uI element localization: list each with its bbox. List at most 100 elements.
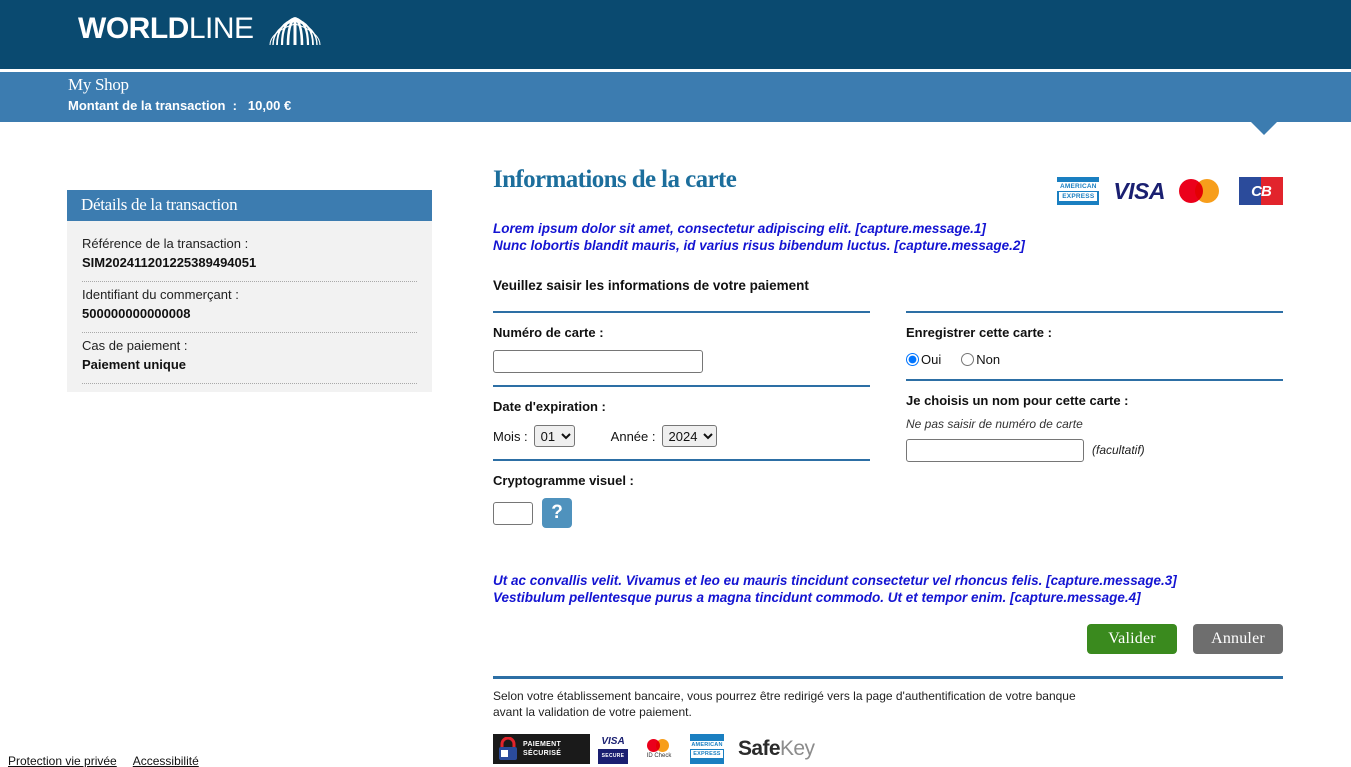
save-card-label: Enregistrer cette carte : [906,325,1052,340]
form-column-right: Enregistrer cette carte : Oui Non Je cho… [906,311,1283,528]
save-card-yes-label: Oui [921,352,942,367]
capture-message-top: Lorem ipsum dolor sit amet, consectetur … [493,220,1283,254]
expiry-year-select[interactable]: 2024 [661,425,717,447]
cb-secure-payment-badge-icon: PAIEMENT SÉCURISÉ [493,734,590,764]
cvv-label: Cryptogramme visuel : [493,473,634,488]
visa-secure-badge-icon: VISA SECURE [598,734,628,764]
save-card-fieldset: Enregistrer cette carte : Oui Non [906,311,1283,367]
footer-links: Protection vie privée Accessibilité [8,754,199,767]
save-card-yes-radio[interactable] [906,353,919,366]
card-alias-input[interactable] [906,439,1084,462]
month-label: Mois : [493,428,528,444]
amex-logo-icon: AMERICAN EXPRESS [1057,177,1100,205]
save-card-yes-option[interactable]: Oui [906,352,941,367]
safekey-bold: Safe [738,737,781,760]
footer-divider [493,676,1283,679]
shop-bar-pointer-icon [1251,122,1277,135]
mastercard-logo-icon [1179,177,1225,205]
card-information-section: Informations de la carte AMERICAN EXPRES… [493,165,1283,764]
amex-logo-line1: AMERICAN [1057,181,1100,191]
transaction-details-body: Référence de la transaction : SIM2024112… [67,221,432,392]
detail-row: Cas de paiement : Paiement unique [82,338,417,372]
worldline-wordmark: WORLDLINE [78,12,254,46]
save-card-no-option[interactable]: Non [961,352,1000,367]
expiry-label: Date d'expiration : [493,399,606,414]
mastercard-badge-text: ID Check [646,753,672,759]
visa-badge-line2: SECURE [598,749,628,764]
amex-badge-line2: EXPRESS [691,749,723,758]
cvv-row: ? [493,488,870,528]
detail-value: Paiement unique [82,357,187,372]
cb-logo-icon: CB [1239,177,1283,205]
visa-badge-line1: VISA [598,734,628,749]
card-alias-optional-note: (facultatif) [1092,443,1145,457]
amex-badge-line1: AMERICAN [689,740,725,749]
detail-separator [82,281,417,282]
card-alias-hint: Ne pas saisir de numéro de carte [906,417,1083,431]
accessibility-link[interactable]: Accessibilité [133,754,199,767]
transaction-details-panel: Détails de la transaction Référence de l… [67,190,432,392]
submit-button[interactable]: Valider [1087,624,1177,654]
detail-separator [82,383,417,384]
logo-word-bold: WORLD [78,12,189,45]
card-alias-row: (facultatif) [906,431,1283,462]
card-number-label: Numéro de carte : [493,325,604,340]
capture-message-bottom: Ut ac convallis velit. Vivamus et leo eu… [493,572,1283,606]
accepted-card-brands: AMERICAN EXPRESS VISA CB [1057,177,1283,205]
detail-label: Identifiant du commerçant : [82,287,239,302]
capture-message-3: Ut ac convallis velit. Vivamus et leo eu… [493,573,1177,588]
card-alias-label: Je choisis un nom pour cette carte : [906,393,1129,408]
save-card-no-radio[interactable] [961,353,975,366]
form-columns: Numéro de carte : Date d'expiration : Mo… [493,311,1283,528]
cancel-button[interactable]: Annuler [1193,624,1283,654]
detail-label: Cas de paiement : [82,338,188,353]
form-column-left: Numéro de carte : Date d'expiration : Mo… [493,311,870,528]
lock-icon [499,737,517,760]
transaction-details-header: Détails de la transaction [67,190,432,221]
security-badges: PAIEMENT SÉCURISÉ VISA SECURE ID Check A… [493,734,1283,764]
amount-label: Montant de la transaction : [68,98,238,113]
capture-message-4: Vestibulum pellentesque purus a magna ti… [493,590,1141,605]
authentication-note-line1: Selon votre établissement bancaire, vous… [493,689,1076,703]
privacy-link[interactable]: Protection vie privée [8,754,117,767]
form-instruction: Veuillez saisir les informations de votr… [493,278,809,293]
expiry-fieldset: Date d'expiration : Mois : 01 Année : 20… [493,385,870,447]
shop-name: My Shop [68,75,129,94]
worldline-logo[interactable]: WORLDLINE [78,12,324,46]
mastercard-idcheck-badge-icon: ID Check [636,734,682,764]
detail-value: 500000000000008 [82,306,191,321]
safekey-light: Key [779,737,815,760]
worldline-wave-icon [269,16,321,46]
card-number-fieldset: Numéro de carte : [493,311,870,373]
cvv-input[interactable] [493,501,533,525]
authentication-note: Selon votre établissement bancaire, vous… [493,688,1283,720]
safekey-logo-icon: SafeKey [738,737,815,761]
logo-word-light: LINE [188,12,254,45]
capture-message-1: Lorem ipsum dolor sit amet, consectetur … [493,221,986,236]
payment-page: WORLDLINE My Shop Montant de la transact… [0,0,1351,767]
year-label: Année : [610,428,656,444]
cb-badge-line2: SÉCURISÉ [523,750,562,757]
amount-value: 10,00 € [247,98,292,113]
cvv-fieldset: Cryptogramme visuel : ? [493,459,870,528]
detail-label: Référence de la transaction : [82,236,249,251]
authentication-note-line2: avant la validation de votre paiement. [493,705,692,719]
expiry-row: Mois : 01 Année : 2024 [493,425,870,447]
amex-badge-icon: AMERICAN EXPRESS [689,734,725,764]
shop-header [0,72,1351,122]
amex-logo-line2: EXPRESS [1059,191,1098,201]
save-card-no-label: Non [976,352,1001,367]
card-number-input[interactable] [493,350,703,373]
save-card-radio-group: Oui Non [906,352,1283,367]
transaction-amount: Montant de la transaction : 10,00 € [68,98,291,113]
cb-badge-line1: PAIEMENT [523,741,562,748]
cb-badge-text: PAIEMENT SÉCURISÉ [523,740,561,758]
cvv-help-icon[interactable]: ? [542,498,572,528]
form-actions: Valider Annuler [493,624,1283,654]
capture-message-2: Nunc lobortis blandit mauris, id varius … [493,238,1025,253]
brand-header: WORLDLINE [0,0,1351,69]
visa-logo-icon: VISA [1113,177,1165,204]
detail-row: Référence de la transaction : SIM2024112… [82,236,417,270]
detail-value: SIM202411201225389494051 [82,255,257,270]
expiry-month-select[interactable]: 01 [533,425,575,447]
